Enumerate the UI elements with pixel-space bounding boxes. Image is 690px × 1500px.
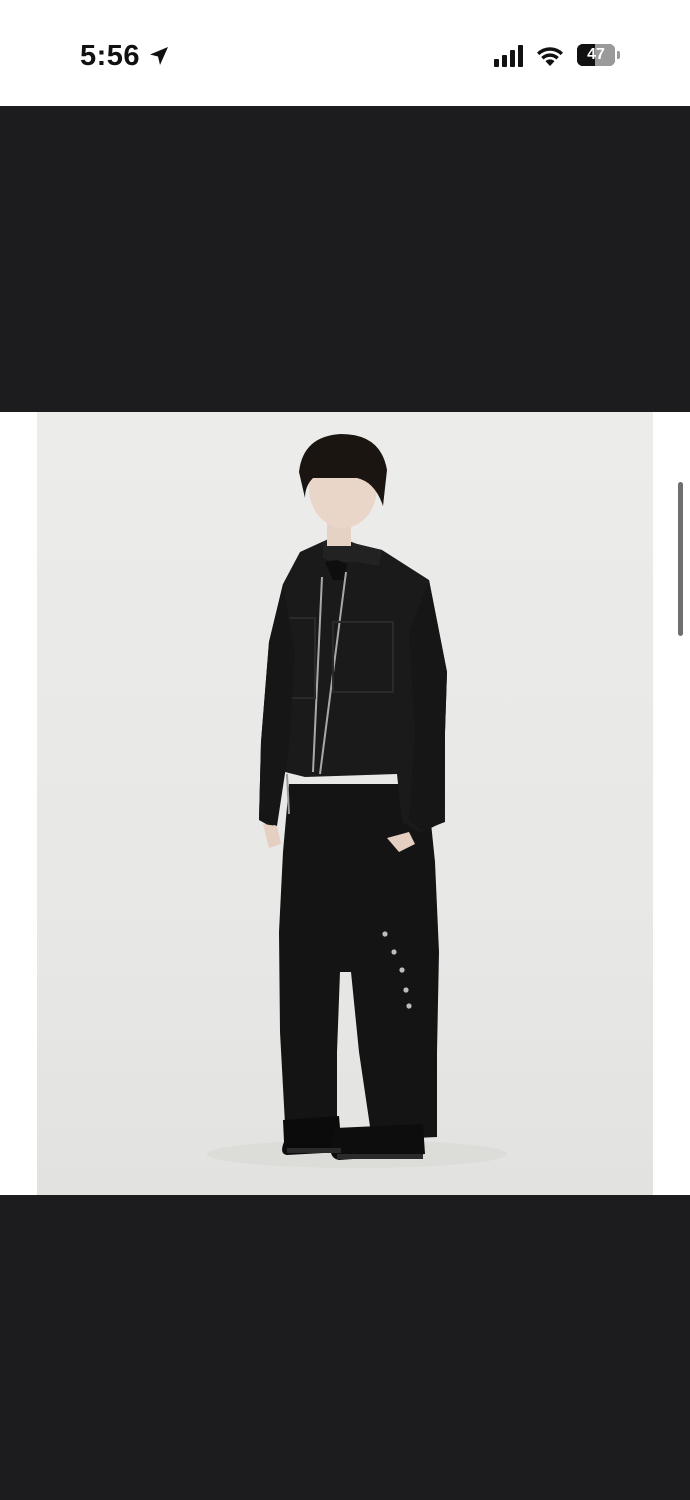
clock-group: 5:56: [80, 38, 170, 74]
status-bar: 5:56 47: [0, 0, 690, 106]
scroll-indicator[interactable]: [678, 482, 683, 636]
status-time: 5:56: [80, 39, 141, 72]
cellular-signal-icon: [494, 45, 523, 67]
viewer-background-bottom: [0, 1195, 690, 1500]
status-icons: 47: [494, 40, 621, 72]
viewer-background-top: [0, 106, 690, 412]
battery-percent: 47: [587, 46, 605, 63]
image-container[interactable]: [0, 412, 690, 1195]
battery-icon: 47: [577, 44, 621, 68]
model-figure: [207, 434, 507, 1168]
model-photo[interactable]: [37, 412, 653, 1195]
wifi-icon: [536, 45, 564, 67]
location-arrow-icon: [148, 45, 170, 67]
